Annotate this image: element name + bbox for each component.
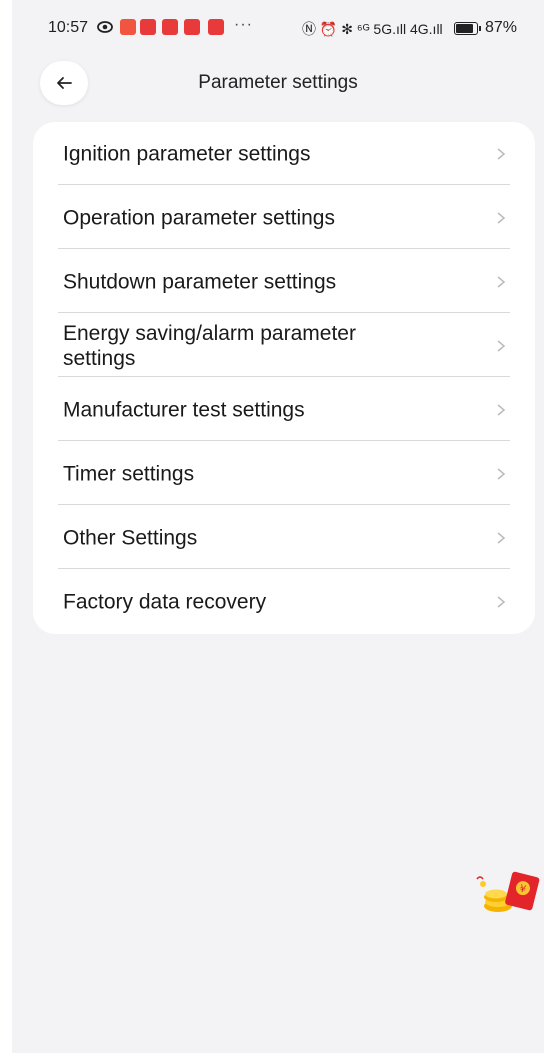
chevron-right-icon (497, 147, 506, 160)
status-time: 10:57 (48, 19, 89, 36)
menu-item-shutdown[interactable]: Shutdown parameter settings (58, 250, 510, 313)
chevron-right-icon (497, 403, 506, 416)
divider (58, 248, 510, 249)
battery-cap (479, 26, 481, 31)
notification-app-icon (162, 19, 178, 35)
chevron-right-icon (497, 339, 506, 352)
eye-icon (97, 21, 113, 33)
chevron-right-icon (497, 595, 506, 608)
chevron-right-icon (497, 531, 506, 544)
chevron-right-icon (497, 211, 506, 224)
notification-app-icon (208, 19, 224, 35)
menu-item-label: Shutdown parameter settings (63, 270, 337, 293)
menu-item-label: Energy saving/alarm parameter settings (63, 321, 356, 370)
chevron-right-icon (497, 467, 506, 480)
menu-item-label: Factory data recovery (63, 590, 267, 613)
menu-item-label: Manufacturer test settings (63, 398, 305, 421)
divider (58, 504, 510, 505)
menu-item-energy-saving-alarm[interactable]: Energy saving/alarm parameter settings (58, 314, 510, 377)
page-title: Parameter settings (198, 72, 358, 93)
notification-app-icon (184, 19, 200, 35)
menu-item-manufacturer-test[interactable]: Manufacturer test settings (58, 378, 510, 441)
notification-app-icon (120, 19, 136, 35)
menu-item-label: Timer settings (63, 462, 195, 485)
battery-percent: 87% (485, 19, 518, 36)
divider (58, 312, 510, 313)
menu-item-label: Other Settings (63, 526, 198, 549)
status-bar: 10:57 ··· Ⓝ ⏰ ✻ ⁶ᴳ 5G.ıll 4G.ıll 87% (12, 0, 544, 50)
menu-item-label: Operation parameter settings (63, 206, 335, 229)
app-screen: 10:57 ··· Ⓝ ⏰ ✻ ⁶ᴳ 5G.ıll 4G.ıll 87% Par… (12, 0, 544, 1053)
menu-item-operation[interactable]: Operation parameter settings (58, 186, 510, 249)
chevron-right-icon (497, 275, 506, 288)
menu-item-other[interactable]: Other Settings (58, 506, 510, 569)
divider (58, 568, 510, 569)
battery-icon (454, 22, 478, 35)
menu-item-timer[interactable]: Timer settings (58, 442, 510, 505)
more-notifications: ··· (234, 16, 253, 33)
divider (58, 376, 510, 377)
menu-item-factory-recovery[interactable]: Factory data recovery (58, 570, 510, 633)
menu-item-ignition[interactable]: Ignition parameter settings (58, 122, 510, 185)
red-envelope-coins-icon[interactable]: ¥ (474, 870, 544, 916)
divider (58, 440, 510, 441)
status-indicators: Ⓝ ⏰ ✻ ⁶ᴳ 5G.ıll 4G.ıll (302, 21, 443, 37)
notification-app-icon (140, 19, 156, 35)
divider (58, 184, 510, 185)
settings-list: Ignition parameter settings Operation pa… (33, 122, 535, 634)
menu-item-label: Ignition parameter settings (63, 142, 311, 165)
